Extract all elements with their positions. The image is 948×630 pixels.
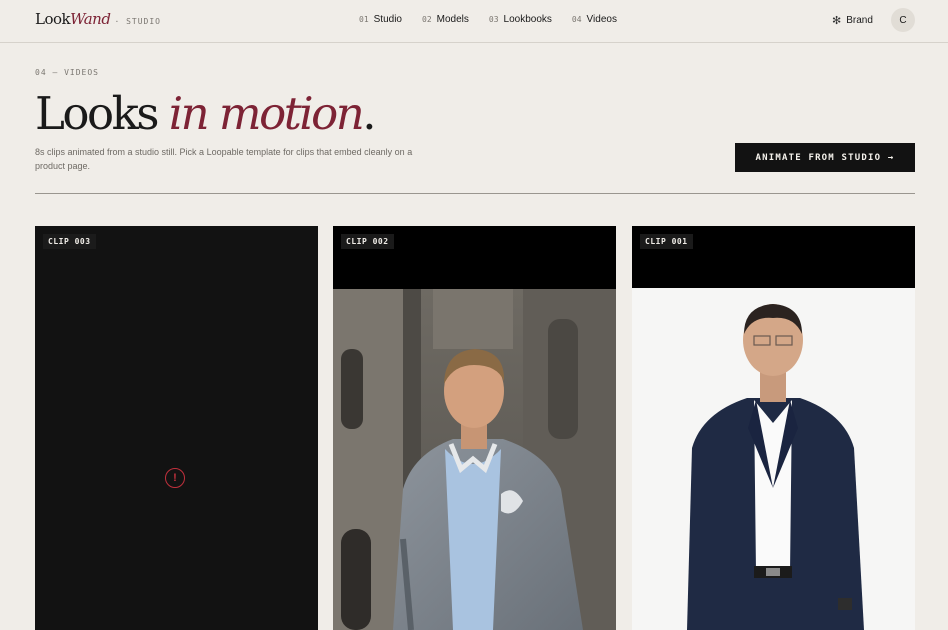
error-icon: !	[165, 468, 185, 488]
nav-item-label: Studio	[373, 14, 402, 25]
clip-card[interactable]: CLIP 001	[632, 226, 915, 630]
nav-item-number: 03	[488, 15, 499, 24]
sparkle-icon: ✻	[832, 15, 842, 27]
avatar[interactable]: C	[891, 8, 915, 32]
top-bar: LookWand · STUDIO 01 Studio 02 Models 03 …	[0, 0, 948, 43]
nav-item-label: Models	[436, 14, 469, 25]
nav-item-label: Videos	[586, 14, 617, 25]
animate-from-studio-button[interactable]: ANIMATE FROM STUDIO →	[735, 143, 915, 172]
clip-card[interactable]: CLIP 002	[333, 226, 616, 630]
clip-thumbnail	[333, 289, 616, 630]
nav-item-videos[interactable]: 04 Videos	[572, 14, 617, 25]
clip-label: CLIP 001	[640, 234, 693, 249]
nav-item-models[interactable]: 02 Models	[422, 14, 469, 25]
brand-button[interactable]: ✻ Brand	[832, 14, 873, 27]
logo-suffix: · STUDIO	[114, 17, 161, 26]
nav-item-studio[interactable]: 01 Studio	[359, 14, 402, 25]
brand-label: Brand	[846, 15, 873, 26]
title-plain: Looks	[35, 87, 159, 140]
clip-label: CLIP 003	[43, 234, 96, 249]
logo-accent: Wand	[70, 10, 111, 28]
nav-item-label: Lookbooks	[503, 14, 552, 25]
logo[interactable]: LookWand · STUDIO	[35, 10, 161, 28]
nav-item-number: 04	[571, 15, 582, 24]
clip-thumbnail	[632, 288, 915, 630]
title-period: .	[362, 87, 376, 140]
nav-item-number: 01	[359, 15, 369, 24]
nav-item-number: 02	[422, 15, 432, 24]
title-accent: in motion	[168, 87, 365, 140]
main-nav: 01 Studio 02 Models 03 Lookbooks 04 Vide…	[359, 14, 617, 25]
clip-card[interactable]: CLIP 003 !	[35, 226, 318, 630]
logo-main: Look	[35, 10, 71, 28]
nav-item-lookbooks[interactable]: 03 Lookbooks	[489, 14, 552, 25]
page-description: 8s clips animated from a studio still. P…	[35, 147, 413, 171]
clip-label: CLIP 002	[341, 234, 394, 249]
page-title: Looks in motion.	[35, 84, 377, 144]
section-eyebrow: 04 — VIDEOS	[35, 68, 99, 77]
divider	[35, 193, 915, 194]
